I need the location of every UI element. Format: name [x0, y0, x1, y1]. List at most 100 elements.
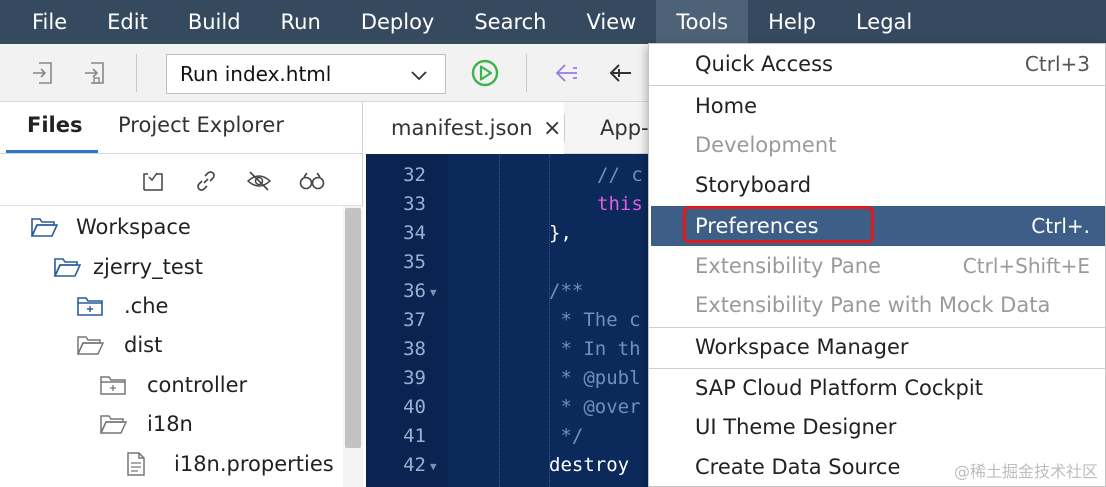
- fold-icon[interactable]: ▼: [430, 460, 437, 473]
- collapse-icon[interactable]: [138, 166, 168, 196]
- back-icon[interactable]: [552, 58, 582, 88]
- folder-icon: [99, 373, 127, 397]
- menu-file[interactable]: File: [12, 0, 87, 44]
- annotation-highlight-box: [683, 206, 874, 243]
- menu-item-shortcut: Ctrl+.: [1031, 214, 1090, 238]
- code-line: this: [597, 193, 643, 215]
- tree-item-label: i18n.properties: [174, 452, 334, 476]
- code-editor[interactable]: 32 // c 33 this 34 }, 35 36 ▼ /** 37 * T…: [366, 154, 648, 487]
- menu-item-development: Development: [649, 125, 1106, 165]
- code-line: /**: [549, 280, 584, 302]
- indent-guide: [499, 154, 500, 487]
- line-number: 32: [403, 164, 426, 186]
- menu-deploy[interactable]: Deploy: [341, 0, 455, 44]
- menu-item-storyboard[interactable]: Storyboard: [649, 165, 1106, 205]
- line-number: 41: [403, 425, 426, 447]
- folder-open-icon: [53, 255, 81, 279]
- tree-item-controller[interactable]: controller: [99, 366, 247, 404]
- tree-item-dist[interactable]: dist: [76, 326, 162, 364]
- code-line: * In th: [549, 338, 641, 360]
- tree-item-label: controller: [147, 373, 248, 397]
- menu-item-label: Extensibility Pane: [695, 254, 881, 278]
- watermark: @稀土掘金技术社区: [953, 462, 1098, 481]
- folder-open-icon: [76, 333, 104, 357]
- close-icon[interactable]: ×: [543, 116, 561, 141]
- tree-item-i18n[interactable]: i18n: [99, 405, 193, 443]
- tab-app[interactable]: App-: [565, 102, 649, 154]
- menu-legal[interactable]: Legal: [836, 0, 932, 44]
- menu-item-ui-theme-designer[interactable]: UI Theme Designer: [649, 407, 1106, 447]
- menu-bar: File Edit Build Run Deploy Search View T…: [0, 0, 1106, 44]
- tab-manifest-json[interactable]: manifest.json ×: [366, 102, 564, 154]
- editor-tab-label: App-: [600, 116, 649, 140]
- menu-item-extensibility-pane-mock: Extensibility Pane with Mock Data: [649, 285, 1106, 325]
- code-line: * @over: [549, 396, 641, 418]
- code-line: destroy: [549, 454, 630, 476]
- folder-open-icon: [30, 215, 58, 239]
- menu-item-label: SAP Cloud Platform Cockpit: [695, 376, 983, 400]
- menu-item-label: Home: [695, 94, 758, 118]
- menu-item-shortcut: Ctrl+3: [1024, 52, 1090, 76]
- run-icon[interactable]: [470, 58, 500, 88]
- tab-files[interactable]: Files: [27, 113, 82, 137]
- line-number: 37: [403, 309, 426, 331]
- tools-dropdown-menu: Quick Access Ctrl+3 Home Development Sto…: [648, 43, 1106, 487]
- tab-project-explorer[interactable]: Project Explorer: [118, 113, 284, 137]
- prev-icon[interactable]: [606, 58, 636, 88]
- line-number: 40: [403, 396, 426, 418]
- code-line: */: [549, 425, 584, 447]
- export-icon[interactable]: [80, 58, 110, 88]
- line-number: 35: [403, 251, 426, 273]
- tree-item-workspace[interactable]: Workspace: [30, 208, 191, 246]
- menu-item-quick-access[interactable]: Quick Access Ctrl+3: [649, 44, 1106, 84]
- toolbar-divider: [136, 54, 137, 92]
- toolbar-divider: [526, 54, 527, 92]
- line-number: 34: [403, 222, 426, 244]
- editor-tab-label: manifest.json: [391, 116, 533, 140]
- menu-tools[interactable]: Tools: [656, 0, 749, 44]
- search-icon[interactable]: [297, 166, 327, 196]
- menu-run[interactable]: Run: [261, 0, 341, 44]
- menu-item-label: UI Theme Designer: [695, 415, 897, 439]
- active-tab-indicator: [6, 150, 98, 153]
- menu-search[interactable]: Search: [454, 0, 566, 44]
- line-number: 38: [403, 338, 426, 360]
- scrollbar-thumb[interactable]: [345, 208, 361, 448]
- menu-item-label: Quick Access: [695, 52, 833, 76]
- editor-tabs: manifest.json × App-: [366, 102, 649, 154]
- import-icon[interactable]: [28, 58, 58, 88]
- menu-view[interactable]: View: [567, 0, 657, 44]
- menu-help[interactable]: Help: [748, 0, 836, 44]
- tree-item-label: Workspace: [76, 215, 191, 239]
- menu-item-label: Development: [695, 133, 837, 157]
- menu-item-label: Storyboard: [695, 173, 812, 197]
- menu-build[interactable]: Build: [168, 0, 261, 44]
- tree-item-che[interactable]: .che: [76, 287, 168, 325]
- file-icon: [122, 452, 150, 476]
- link-icon[interactable]: [191, 166, 221, 196]
- code-line: // c: [597, 164, 643, 186]
- tree-item-i18n-properties[interactable]: i18n.properties: [122, 445, 334, 483]
- folder-open-icon: [99, 412, 127, 436]
- hidden-files-icon[interactable]: [244, 166, 274, 196]
- run-config-select[interactable]: Run index.html: [166, 54, 446, 94]
- explorer-toolbar: [0, 154, 362, 206]
- menu-item-workspace-manager[interactable]: Workspace Manager: [649, 327, 1106, 367]
- line-number: 33: [403, 193, 426, 215]
- line-number: 39: [403, 367, 426, 389]
- code-line: * The c: [549, 309, 641, 331]
- fold-icon[interactable]: ▼: [430, 286, 437, 299]
- menu-item-label: Extensibility Pane with Mock Data: [695, 293, 1051, 317]
- menu-item-sap-cockpit[interactable]: SAP Cloud Platform Cockpit: [649, 368, 1106, 408]
- menu-item-extensibility-pane: Extensibility Pane Ctrl+Shift+E: [649, 246, 1106, 286]
- tree-item-label: zjerry_test: [93, 255, 203, 279]
- tree-item-label: dist: [124, 333, 163, 357]
- menu-item-label: Create Data Source: [695, 455, 901, 479]
- code-line: },: [549, 222, 572, 244]
- menu-edit[interactable]: Edit: [87, 0, 168, 44]
- file-explorer-panel: Files Project Explorer Workspace zjerry_…: [0, 102, 363, 487]
- menu-item-home[interactable]: Home: [649, 86, 1106, 126]
- tree-item-zjerry-test[interactable]: zjerry_test: [53, 248, 203, 286]
- menu-item-shortcut: Ctrl+Shift+E: [962, 254, 1090, 278]
- folder-icon: [76, 294, 104, 318]
